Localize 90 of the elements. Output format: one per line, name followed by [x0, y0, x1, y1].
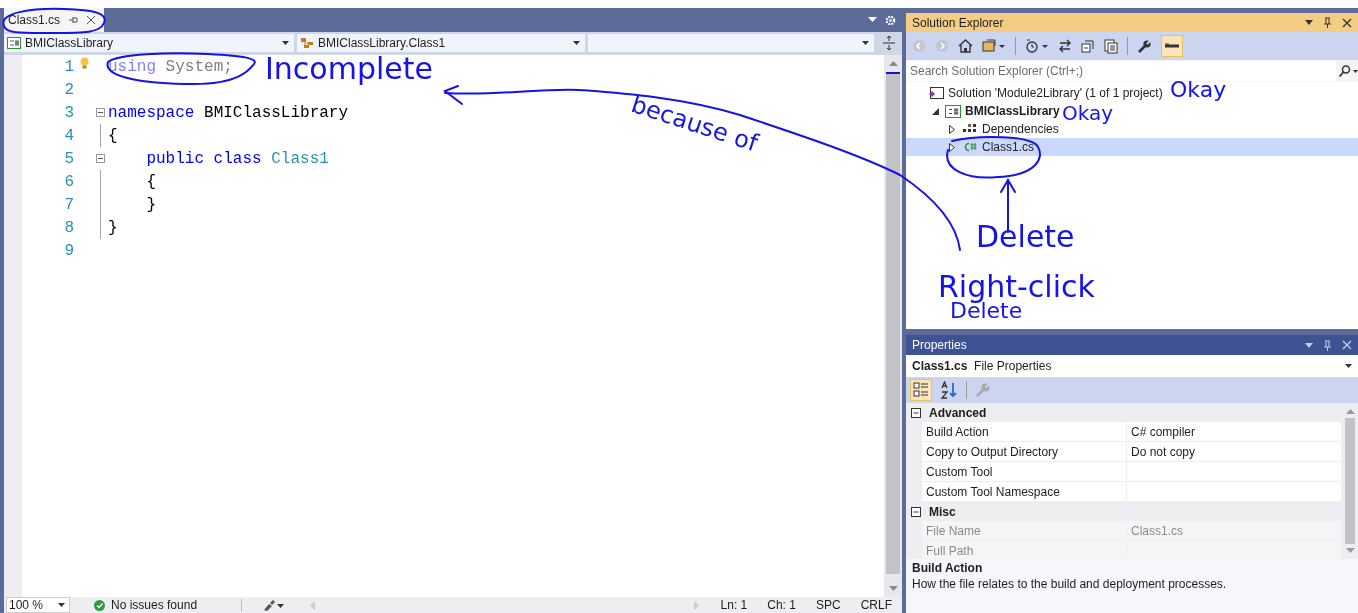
caret-icon: [58, 603, 65, 607]
description-text: How the file relates to the build and deployment processes.: [912, 577, 1228, 591]
handwritten-note: Okay: [1170, 79, 1227, 101]
property-name[interactable]: Build Action: [922, 422, 1127, 441]
line-number: 4: [63, 126, 74, 145]
dropdown-icon: [862, 41, 869, 45]
collapse-icon[interactable]: [95, 108, 105, 117]
code-text: }: [145, 195, 156, 214]
tree-item[interactable]: Solution 'Module2Library' (1 of 1 project): [906, 84, 1167, 102]
line-number: 8: [63, 218, 74, 237]
navigation-dropdown[interactable]: BMIClassLibrary.Class1: [297, 34, 585, 52]
property-value[interactable]: Do not copy: [1131, 444, 1196, 459]
category-toggle-icon[interactable]: [911, 407, 921, 418]
check-circle-icon: [94, 599, 105, 611]
sync-icon[interactable]: [1058, 39, 1072, 53]
pin-icon[interactable]: [1323, 17, 1332, 28]
lightbulb-icon[interactable]: [79, 57, 89, 70]
object-selector[interactable]: Class1.cs File Properties: [906, 355, 1358, 377]
class-icon: [300, 37, 314, 49]
csharp-project-icon: [945, 104, 961, 118]
dropdown-icon: [282, 41, 289, 45]
scrollbar-thumb[interactable]: [886, 72, 900, 574]
pin-icon[interactable]: [68, 15, 78, 25]
category-toggle-icon[interactable]: [911, 506, 921, 517]
line-indicator[interactable]: Ln: 1: [720, 598, 748, 612]
line-number: 6: [63, 172, 74, 191]
line-number: 9: [63, 241, 74, 260]
handwritten-note: Right-click: [938, 272, 1095, 302]
line-number: 7: [63, 195, 74, 214]
handwritten-note: Incomplete: [265, 54, 433, 84]
dropdown-icon[interactable]: [868, 17, 877, 23]
scrollbar-thumb[interactable]: [1345, 418, 1355, 544]
line-number: 3: [63, 103, 74, 122]
split-icon[interactable]: [883, 35, 895, 51]
csharp-file-icon: [962, 141, 978, 153]
dependencies-icon: [962, 123, 978, 135]
categorized-icon[interactable]: [910, 379, 932, 401]
settings-icon[interactable]: [885, 14, 896, 26]
panel-title: Properties: [912, 338, 967, 352]
collapse-icon[interactable]: [95, 154, 105, 163]
close-icon[interactable]: [86, 15, 96, 25]
line-number: 1: [63, 57, 74, 76]
column-indicator[interactable]: Ch: 1: [767, 598, 796, 612]
dropdown-icon: [573, 41, 580, 45]
tree-item[interactable]: Class1.cs: [906, 138, 1358, 156]
category-heading: Advanced: [929, 405, 987, 420]
panel-title: Solution Explorer: [912, 15, 1004, 30]
line-number: 5: [63, 149, 74, 168]
scroll-down-icon[interactable]: [888, 586, 898, 591]
history-icon[interactable]: [1025, 39, 1049, 53]
code-text: {: [108, 126, 118, 145]
zoom-dropdown[interactable]: 100 %: [6, 597, 70, 613]
wrench-icon[interactable]: [1137, 38, 1152, 54]
issues-status[interactable]: No issues found: [111, 598, 198, 612]
code-text: public class Class1: [145, 149, 329, 168]
search-field[interactable]: Search Solution Explorer (Ctrl+;): [906, 61, 1336, 81]
line-number: 2: [63, 80, 74, 99]
collapse-all-icon[interactable]: [1081, 39, 1095, 53]
preview-toggle-icon[interactable]: [1161, 35, 1183, 57]
collapsed-arrow-icon[interactable]: [949, 142, 955, 152]
line-ending-indicator[interactable]: CRLF: [860, 598, 892, 612]
expanded-arrow-icon[interactable]: [931, 107, 939, 115]
property-name[interactable]: Copy to Output Directory: [922, 442, 1127, 461]
code-text: }: [108, 218, 118, 237]
tree-item[interactable]: Dependencies: [906, 120, 1063, 138]
property-value[interactable]: C# compiler: [1131, 424, 1196, 439]
handwritten-note: Okay: [1062, 103, 1114, 123]
code-text: {: [145, 172, 156, 191]
spacing-indicator[interactable]: SPC: [815, 598, 841, 612]
dropdown-icon[interactable]: [1305, 20, 1313, 25]
dropdown-icon[interactable]: [1305, 342, 1313, 348]
handwritten-note: Delete: [976, 222, 1075, 252]
brush-icon[interactable]: [262, 599, 285, 611]
description-title: Build Action: [912, 561, 984, 575]
solution-icon: [928, 86, 944, 100]
scroll-up-icon[interactable]: [888, 61, 898, 66]
collapsed-arrow-icon[interactable]: [949, 124, 955, 134]
navigation-dropdown[interactable]: BMIClassLibrary: [4, 34, 294, 52]
csharp-project-icon: [7, 37, 21, 49]
code-text: namespace BMIClassLibrary: [108, 103, 349, 122]
alphabetical-sort-icon[interactable]: [940, 381, 958, 399]
code-text: using System;: [108, 57, 233, 76]
tree-item[interactable]: BMIClassLibrary: [906, 102, 1064, 120]
caret-icon: [1345, 364, 1352, 368]
search-icon[interactable]: [1338, 65, 1358, 77]
close-icon[interactable]: [1342, 17, 1352, 28]
home-icon[interactable]: [958, 39, 973, 53]
switch-views-icon[interactable]: [982, 39, 1006, 53]
category-heading: Misc: [929, 504, 956, 519]
show-all-files-icon[interactable]: [1104, 38, 1118, 54]
